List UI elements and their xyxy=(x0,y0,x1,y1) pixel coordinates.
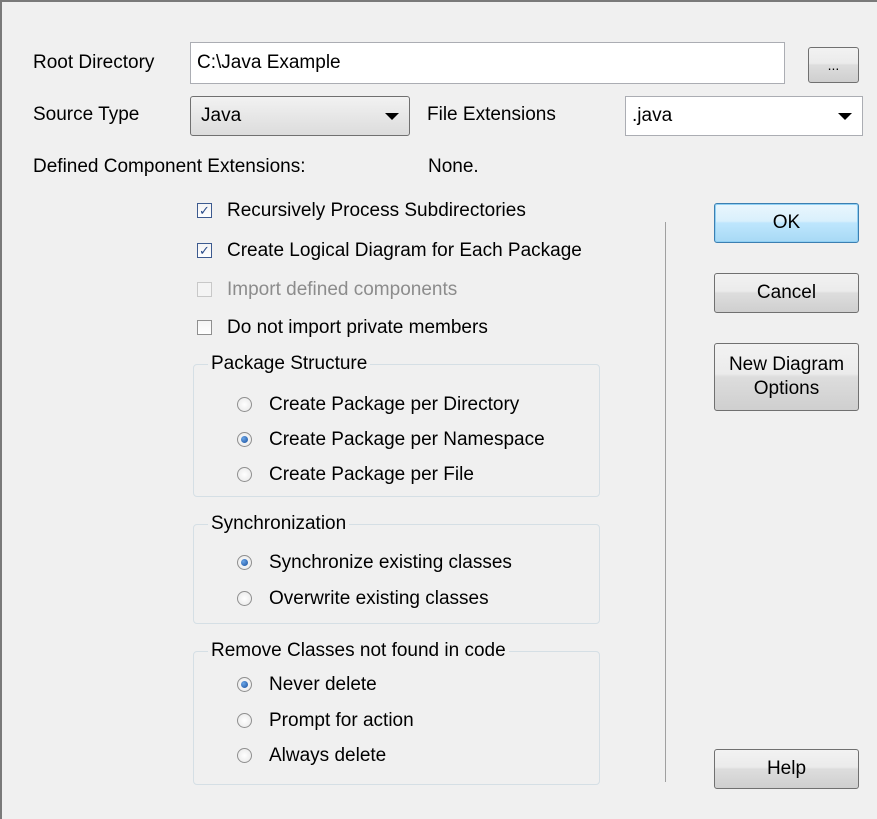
cancel-button[interactable]: Cancel xyxy=(714,273,859,313)
vertical-separator xyxy=(665,222,666,782)
never-delete-radio[interactable] xyxy=(237,677,252,692)
root-directory-input[interactable]: C:\Java Example xyxy=(190,42,785,84)
synchronization-title: Synchronization xyxy=(208,513,350,535)
overwrite-existing-radio[interactable] xyxy=(237,591,252,606)
source-type-value: Java xyxy=(201,105,242,126)
package-structure-title: Package Structure xyxy=(208,353,371,375)
recursive-checkbox[interactable]: ✓ xyxy=(197,203,212,218)
new-diagram-options-button[interactable]: New Diagram Options xyxy=(714,343,859,411)
overwrite-existing-label: Overwrite existing classes xyxy=(269,588,489,609)
import-components-label: Import defined components xyxy=(227,279,458,300)
synchronize-existing-label: Synchronize existing classes xyxy=(269,552,512,573)
prompt-for-action-label: Prompt for action xyxy=(269,710,414,731)
component-extensions-label: Defined Component Extensions: xyxy=(33,156,306,177)
chevron-down-icon xyxy=(838,113,852,120)
package-per-file-label: Create Package per File xyxy=(269,464,474,485)
never-delete-label: Never delete xyxy=(269,674,377,695)
ok-button[interactable]: OK xyxy=(714,203,859,243)
new-diagram-options-line2: Options xyxy=(753,378,820,399)
package-per-namespace-radio[interactable] xyxy=(237,432,252,447)
import-components-checkbox xyxy=(197,282,212,297)
file-extensions-value: .java xyxy=(632,105,673,126)
file-extensions-dropdown[interactable]: .java xyxy=(625,96,863,136)
always-delete-radio[interactable] xyxy=(237,748,252,763)
recursive-label: Recursively Process Subdirectories xyxy=(227,200,526,221)
synchronize-existing-radio[interactable] xyxy=(237,555,252,570)
package-per-file-radio[interactable] xyxy=(237,467,252,482)
prompt-for-action-radio[interactable] xyxy=(237,713,252,728)
always-delete-label: Always delete xyxy=(269,745,387,766)
browse-button[interactable]: ... xyxy=(808,47,859,83)
root-directory-label: Root Directory xyxy=(33,52,155,73)
package-per-directory-radio[interactable] xyxy=(237,397,252,412)
file-extensions-label: File Extensions xyxy=(427,104,556,125)
remove-classes-title: Remove Classes not found in code xyxy=(208,640,509,662)
package-per-namespace-label: Create Package per Namespace xyxy=(269,429,545,450)
logical-diagram-label: Create Logical Diagram for Each Package xyxy=(227,240,582,261)
component-extensions-value: None. xyxy=(428,156,479,177)
package-per-directory-label: Create Package per Directory xyxy=(269,394,520,415)
chevron-down-icon xyxy=(385,113,399,120)
new-diagram-options-line1: New Diagram xyxy=(728,354,845,375)
help-button[interactable]: Help xyxy=(714,749,859,789)
no-private-checkbox[interactable] xyxy=(197,320,212,335)
source-type-dropdown[interactable]: Java xyxy=(190,96,410,136)
no-private-label: Do not import private members xyxy=(227,317,488,338)
logical-diagram-checkbox[interactable]: ✓ xyxy=(197,243,212,258)
source-type-label: Source Type xyxy=(33,104,140,125)
